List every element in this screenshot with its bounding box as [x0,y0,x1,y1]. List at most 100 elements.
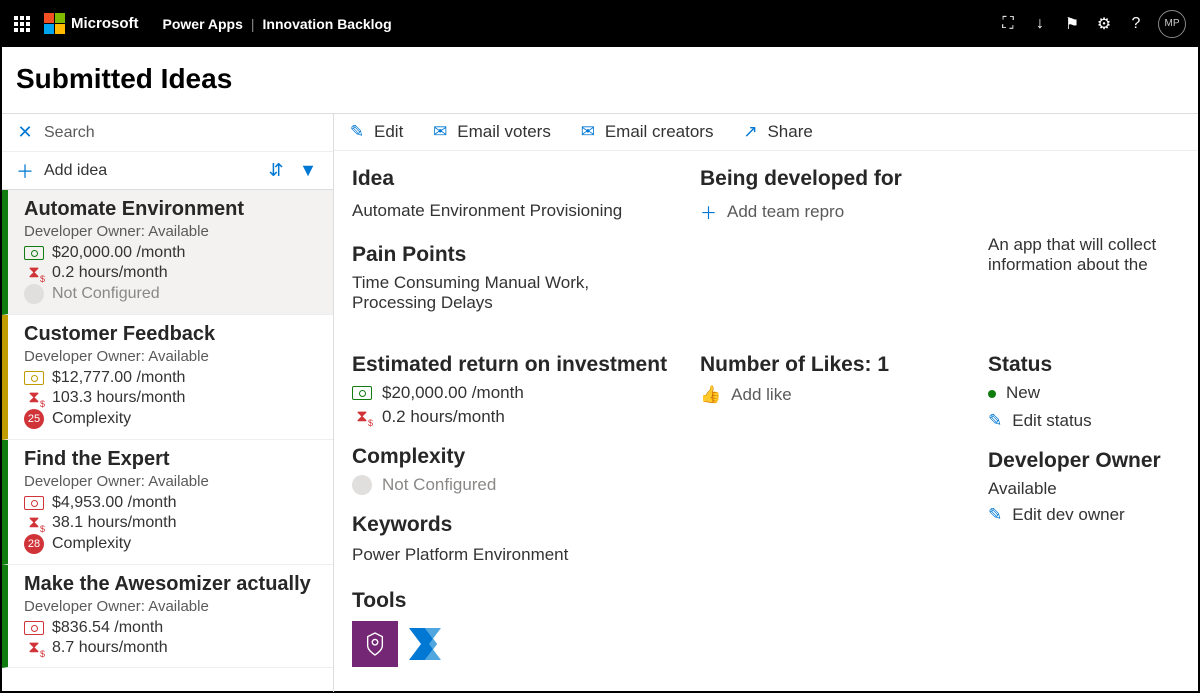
status-value: New [1006,383,1040,402]
keywords-value: Power Platform Environment [352,545,682,565]
download-icon[interactable]: ↓ [1024,15,1056,33]
complexity-heading: Complexity [352,445,682,469]
sort-icon[interactable]: ⇵ [265,160,287,181]
status-heading: Status [988,353,1198,377]
mail-icon: ✉ [579,122,597,142]
email-voters-action[interactable]: ✉ Email voters [431,122,551,142]
edit-label: Edit [374,122,403,142]
ideas-sidebar: ✕ Search ＋ Add idea ⇵ ▼ Automate Environ… [2,114,334,692]
detail-action-bar: ✎Edit ✉ Email voters ✉ Email creators ↗Sha… [334,114,1198,151]
add-idea-row: ＋ Add idea ⇵ ▼ [2,152,333,190]
roi-cost: $20,000.00 /month [382,383,524,403]
clear-search-icon[interactable]: ✕ [16,122,34,143]
page-title: Submitted Ideas [2,47,1198,114]
devowner-heading: Developer Owner [988,449,1198,473]
add-icon[interactable]: ＋ [16,158,34,184]
email-voters-label: Email voters [457,122,551,142]
add-like-link[interactable]: 👍 Add like [700,385,970,405]
likes-heading: Number of Likes: 1 [700,353,970,377]
complexity-label: Complexity [52,410,131,428]
share-action[interactable]: ↗Share [741,122,812,142]
share-label: Share [767,122,812,142]
idea-list-item[interactable]: Customer Feedback Developer Owner: Avail… [2,315,333,440]
add-idea-label[interactable]: Add idea [44,162,255,180]
complexity-value: Not Configured [382,475,496,495]
edit-status-link[interactable]: ✎ Edit status [988,411,1198,431]
add-like-label: Add like [731,385,791,405]
search-placeholder: Search [44,124,319,142]
hourglass-icon: ⧗ [24,389,44,407]
developed-for-section: Being developed for ＋ Add team repro [700,167,970,313]
global-header: Microsoft Power Apps | Innovation Backlo… [2,0,1198,47]
idea-owner: Developer Owner: Available [24,473,323,490]
painpoints-heading: Pain Points [352,243,682,267]
money-icon [24,496,44,510]
idea-title: Make the Awesomizer actually [24,573,323,596]
idea-title: Automate Environment [24,198,323,221]
status-dot-icon [988,390,996,398]
money-icon [24,371,44,385]
hourglass-icon: ⧗ [24,639,44,657]
idea-list-item[interactable]: Automate Environment Developer Owner: Av… [2,190,333,315]
breadcrumb-page[interactable]: Innovation Backlog [263,16,392,32]
app-launcher-icon[interactable] [14,16,30,32]
complexity-label: Not Configured [52,285,160,303]
idea-hours: 103.3 hours/month [52,389,185,407]
idea-list-item[interactable]: Make the Awesomizer actually Developer O… [2,565,333,668]
idea-hours: 0.2 hours/month [52,264,168,282]
status-value-row: New [988,383,1198,403]
idea-owner: Developer Owner: Available [24,598,323,615]
description-text: An app that will collect information abo… [988,235,1198,275]
settings-gear-icon[interactable]: ⚙ [1088,14,1120,34]
idea-section: Idea Automate Environment Provisioning P… [352,167,682,313]
idea-list-item[interactable]: Find the Expert Developer Owner: Availab… [2,440,333,565]
filter-icon[interactable]: ▼ [297,160,319,181]
keywords-heading: Keywords [352,513,682,537]
hourglass-icon: ⧗ [352,408,372,426]
breadcrumb-app[interactable]: Power Apps [163,16,243,32]
plus-icon: ＋ [700,199,717,224]
edit-action[interactable]: ✎Edit [348,122,403,142]
search-row[interactable]: ✕ Search [2,114,333,152]
idea-heading: Idea [352,167,682,191]
idea-detail: ✎Edit ✉Email voters ✉Email creators ↗Sha… [334,114,1198,692]
edit-devowner-label: Edit dev owner [1012,505,1124,525]
idea-list[interactable]: Automate Environment Developer Owner: Av… [2,190,333,692]
user-avatar[interactable]: MP [1158,10,1186,38]
tools-row [352,621,682,667]
painpoints-value: Time Consuming Manual Work, Processing D… [352,273,612,313]
email-creators-action[interactable]: ✉ Email creators [579,122,714,142]
edit-devowner-link[interactable]: ✎Edit dev owner [988,505,1198,525]
complexity-badge-icon: 28 [24,534,44,554]
hourglass-icon: ⧗ [24,514,44,532]
likes-section: Number of Likes: 1 👍 Add like [700,353,970,667]
idea-hours: 8.7 hours/month [52,639,168,657]
power-automate-tool-icon[interactable] [404,621,450,667]
complexity-badge-icon [24,284,44,304]
breadcrumb-separator-icon: | [251,16,255,32]
email-creators-label: Email creators [605,122,714,142]
status-section: Status New ✎Edit status Developer Owner … [988,353,1198,667]
hourglass-icon: ⧗ [24,264,44,282]
idea-value: Automate Environment Provisioning [352,201,682,221]
help-icon[interactable]: ? [1120,15,1152,33]
complexity-badge-icon [352,475,372,495]
description-section: An app that will collect information abo… [988,167,1198,313]
fit-icon[interactable]: ⛶ [992,15,1024,33]
thumbs-up-icon: 👍 [700,385,721,405]
pencil-icon: ✎ [988,411,1002,431]
edit-status-label: Edit status [1012,411,1091,431]
complexity-label: Complexity [52,535,131,553]
brand-label: Microsoft [71,15,139,32]
money-icon [352,386,372,400]
dataverse-tool-icon[interactable] [352,621,398,667]
idea-title: Find the Expert [24,448,323,471]
developed-for-heading: Being developed for [700,167,970,191]
idea-cost: $4,953.00 /month [52,494,177,512]
add-team-repro-link[interactable]: ＋ Add team repro [700,199,970,224]
idea-title: Customer Feedback [24,323,323,346]
idea-cost: $20,000.00 /month [52,244,185,262]
mail-icon: ✉ [431,122,449,142]
idea-owner: Developer Owner: Available [24,223,323,240]
flag-icon[interactable]: ⚑ [1056,14,1088,34]
